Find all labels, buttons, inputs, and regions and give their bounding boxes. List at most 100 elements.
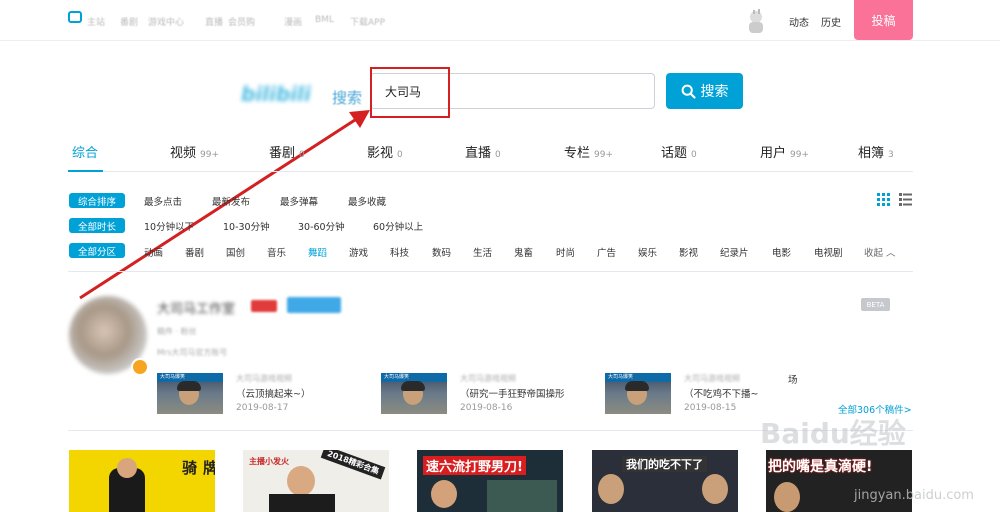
list-view-icon[interactable] (899, 193, 912, 206)
filter-duration-option[interactable]: 60分钟以上 (373, 219, 423, 233)
collapse-filters-button[interactable]: 收起 ︿ (864, 245, 896, 259)
video-title[interactable]: （研究一手狂野帝国操形 (460, 386, 565, 400)
tab-all[interactable]: 综合 (72, 142, 98, 161)
filter-zone-option[interactable]: 鬼畜 (514, 245, 533, 259)
filter-zone-option[interactable]: 影视 (679, 245, 698, 259)
thumb-face (774, 482, 800, 512)
follow-button[interactable] (287, 297, 341, 313)
grid-view-icon[interactable] (877, 193, 890, 206)
tab-count: 0 (397, 150, 403, 160)
thumb-hair (401, 381, 425, 391)
filter-zone-option[interactable]: 广告 (597, 245, 616, 259)
filter-sort-option[interactable]: 最多收藏 (348, 194, 386, 208)
filter-zone-option[interactable]: 生活 (473, 245, 492, 259)
video-title-suffix[interactable]: 场 (788, 372, 798, 386)
tab-count: 99+ (200, 150, 220, 160)
video-title-line[interactable]: 大司马游戏视频 (460, 373, 516, 384)
tab-bangumi[interactable]: 番剧 0 (269, 142, 305, 161)
thumb-hair (177, 381, 201, 391)
filter-zone-option[interactable]: 音乐 (267, 245, 286, 259)
video-thumbnail[interactable]: 大司马爆笑 (157, 373, 223, 414)
thumb-caption: 2018精彩合集 (320, 450, 386, 480)
video-thumbnail[interactable]: 大司马爆笑 (605, 373, 671, 414)
result-thumbnail[interactable]: 牌 骑 (69, 450, 215, 512)
tab-albums[interactable]: 相簿 3 (858, 142, 894, 161)
baidu-watermark-url: jingyan.baidu.com (854, 488, 974, 503)
user-stats: 稿件 · 粉丝 (157, 327, 197, 336)
result-thumbnail[interactable]: 速六流打野男刀! (417, 450, 563, 512)
filter-zone-option[interactable]: 娱乐 (638, 245, 657, 259)
filter-sort-option[interactable]: 最多点击 (144, 194, 182, 208)
tab-label: 话题 (661, 146, 688, 161)
verified-badge-icon (131, 358, 149, 376)
tab-live[interactable]: 直播 0 (465, 142, 501, 161)
chevron-up-icon: ︿ (886, 248, 896, 259)
thumb-caption: 我们的吃不下了 (622, 456, 707, 472)
tab-label: 专栏 (564, 146, 591, 161)
filter-zone-option[interactable]: 数码 (432, 245, 451, 259)
tab-users[interactable]: 用户 99+ (760, 142, 809, 161)
tab-count: 99+ (594, 150, 614, 160)
tab-topics[interactable]: 话题 0 (661, 142, 697, 161)
tab-movies[interactable]: 影视 0 (367, 142, 403, 161)
thumb-face (117, 458, 137, 478)
tab-label: 直播 (465, 146, 492, 161)
tab-label: 用户 (760, 146, 787, 161)
beta-badge: BETA (861, 298, 890, 311)
filter-zone-option[interactable]: 科技 (390, 245, 409, 259)
user-name[interactable]: 大司马工作室 (157, 298, 235, 317)
filter-duration-badge[interactable]: 全部时长 (69, 218, 125, 233)
thumb-hair (625, 381, 649, 391)
filter-zone-option[interactable]: 动画 (144, 245, 163, 259)
filter-zone-badge[interactable]: 全部分区 (69, 243, 125, 258)
thumb-face (598, 474, 624, 504)
filter-zone-option[interactable]: 国创 (226, 245, 245, 259)
thumb-note: 主播小发火 (249, 457, 289, 466)
tab-articles[interactable]: 专栏 99+ (564, 142, 613, 161)
tab-count: 99+ (790, 150, 810, 160)
filter-zone-option[interactable]: 电影 (772, 245, 791, 259)
tab-count: 0 (299, 150, 305, 160)
baidu-watermark: Baidu经验 (760, 417, 906, 450)
thumb-overlay-text (626, 478, 698, 500)
tab-count: 0 (691, 150, 697, 160)
thumb-face (702, 474, 728, 504)
filter-sort-option[interactable]: 最多弹幕 (280, 194, 318, 208)
filter-zone-option[interactable]: 纪录片 (720, 245, 749, 259)
result-thumbnail[interactable]: 我们的吃不下了 (592, 450, 738, 512)
tab-label: 综合 (72, 146, 99, 161)
tab-divider (68, 171, 913, 172)
video-date: 2019-08-16 (460, 403, 513, 413)
filter-zone-option[interactable]: 番剧 (185, 245, 204, 259)
tab-label: 番剧 (269, 146, 296, 161)
filter-zone-option[interactable]: 时尚 (556, 245, 575, 259)
filter-duration-option[interactable]: 10分钟以下 (144, 219, 194, 233)
filter-duration-option[interactable]: 10-30分钟 (223, 219, 270, 233)
level-badge (251, 300, 277, 312)
video-thumbnail[interactable]: 大司马爆笑 (381, 373, 447, 414)
collapse-label: 收起 (864, 248, 884, 259)
filter-zone-option[interactable]: 游戏 (349, 245, 368, 259)
thumb-caption: 把的嘴是真滴硬! (768, 459, 873, 475)
tab-label: 相簿 (858, 146, 885, 161)
filter-divider (68, 271, 913, 272)
user-sign: Mrs大司马官方账号 (157, 348, 228, 357)
tab-video[interactable]: 视频 99+ (170, 142, 219, 161)
video-date: 2019-08-17 (236, 403, 289, 413)
thumb-caption: 牌 骑 (180, 460, 215, 481)
filter-zone-option[interactable]: 电视剧 (814, 245, 843, 259)
filter-sort-badge[interactable]: 综合排序 (69, 193, 125, 208)
video-title[interactable]: （云顶搞起来~） (236, 386, 310, 400)
video-date: 2019-08-15 (684, 403, 737, 413)
filter-duration-option[interactable]: 30-60分钟 (298, 219, 345, 233)
video-title-line[interactable]: 大司马游戏视频 (684, 373, 740, 384)
filter-sort-option[interactable]: 最新发布 (212, 194, 250, 208)
video-title-line[interactable]: 大司马游戏视频 (236, 373, 292, 384)
thumb-face (431, 480, 457, 508)
video-title[interactable]: （不吃鸡不下播~ (684, 386, 758, 400)
tab-label: 视频 (170, 146, 197, 161)
result-thumbnail[interactable]: 2018精彩合集 主播小发火 (243, 450, 389, 512)
thumb-face (287, 466, 315, 496)
filter-zone-option[interactable]: 舞蹈 (308, 245, 327, 259)
thumb-game-scene (487, 480, 557, 512)
